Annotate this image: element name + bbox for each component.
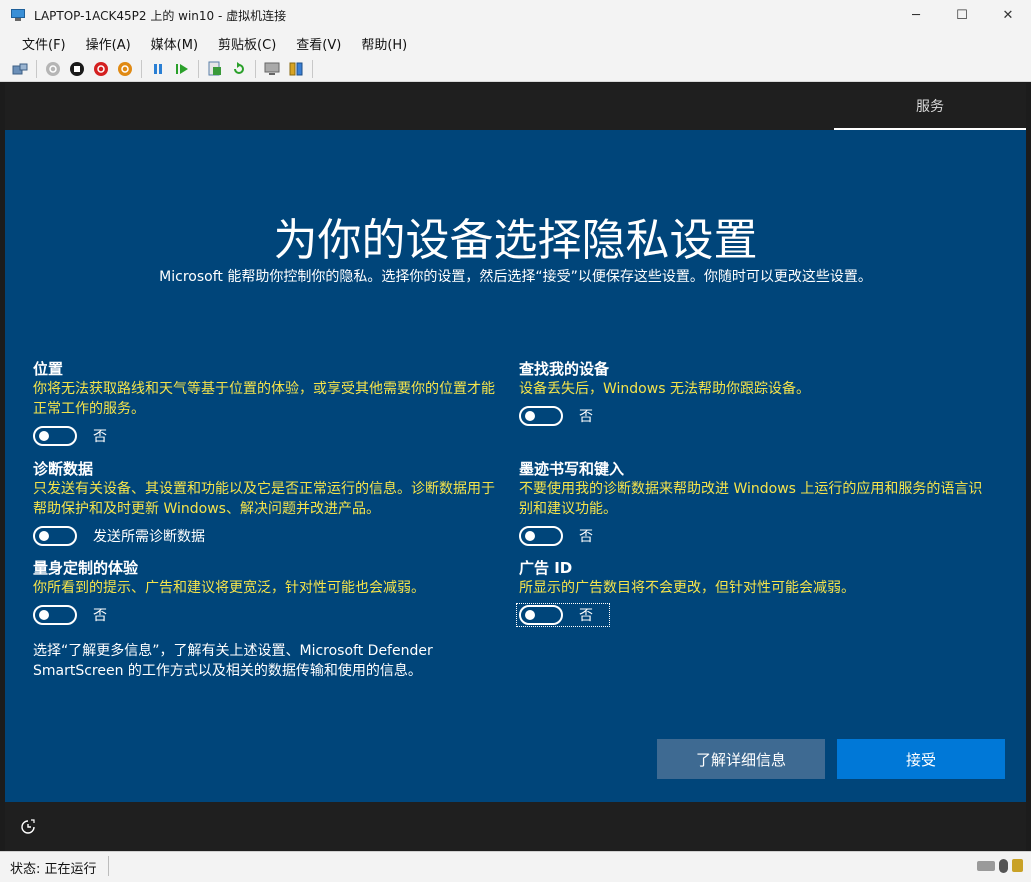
menu-bar: 文件(F) 操作(A) 媒体(M) 剪贴板(C) 查看(V) 帮助(H) bbox=[0, 30, 1031, 56]
menu-file[interactable]: 文件(F) bbox=[12, 34, 76, 53]
turn-off-icon[interactable] bbox=[69, 61, 85, 77]
inking-typing-toggle[interactable] bbox=[519, 526, 563, 546]
toolbar-separator bbox=[255, 59, 256, 78]
share-icon[interactable] bbox=[288, 61, 304, 77]
setting-description: 只发送有关设备、其设置和功能以及它是否正常运行的信息。诊断数据用于帮助保护和及时… bbox=[33, 481, 495, 517]
oobe-top-bar: 服务 bbox=[5, 83, 1026, 130]
setting-description: 你所看到的提示、广告和建议将更宽泛，针对性可能也会减弱。 bbox=[33, 580, 425, 596]
toolbar-separator bbox=[141, 59, 142, 78]
setting-description: 所显示的广告数目将不会更改，但针对性可能会减弱。 bbox=[519, 580, 855, 596]
setting-tailored-experiences: 量身定制的体验 你所看到的提示、广告和建议将更宽泛，针对性可能也会减弱。 否 bbox=[33, 558, 503, 626]
menu-help[interactable]: 帮助(H) bbox=[351, 34, 417, 53]
checkpoint-icon[interactable] bbox=[207, 61, 223, 77]
find-my-device-toggle[interactable] bbox=[519, 406, 563, 426]
advertising-id-toggle[interactable] bbox=[519, 605, 563, 625]
toggle-state-label: 否 bbox=[579, 409, 593, 425]
setting-title: 诊断数据 bbox=[33, 460, 94, 478]
toolbar-separator bbox=[36, 59, 37, 78]
focus-outline: 否 bbox=[516, 603, 610, 627]
tab-services[interactable]: 服务 bbox=[834, 83, 1026, 130]
status-bar: 状态: 正在运行 bbox=[0, 851, 1031, 882]
setting-location: 位置 你将无法获取路线和天气等基于位置的体验，或享受其他需要你的位置才能正常工作… bbox=[33, 359, 503, 447]
toggle-state-label: 否 bbox=[93, 429, 107, 445]
toolbar-separator bbox=[312, 59, 313, 78]
close-button[interactable]: ✕ bbox=[985, 0, 1031, 30]
menu-view[interactable]: 查看(V) bbox=[286, 34, 351, 53]
vm-status: 状态: 正在运行 bbox=[10, 862, 97, 877]
privacy-panel: 为你的设备选择隐私设置 Microsoft 能帮助你控制你的隐私。选择你的设置，… bbox=[5, 130, 1026, 802]
toggle-state-label: 否 bbox=[93, 608, 107, 624]
save-icon[interactable] bbox=[117, 61, 133, 77]
start-icon[interactable] bbox=[45, 61, 61, 77]
vm-screen: 服务 为你的设备选择隐私设置 Microsoft 能帮助你控制你的隐私。选择你的… bbox=[5, 83, 1026, 851]
location-toggle[interactable] bbox=[33, 426, 77, 446]
enhanced-session-icon[interactable] bbox=[264, 61, 280, 77]
menu-media[interactable]: 媒体(M) bbox=[141, 34, 208, 53]
status-separator bbox=[108, 856, 109, 876]
ctrl-alt-del-icon[interactable] bbox=[12, 61, 28, 77]
keyboard-icon bbox=[977, 861, 995, 871]
toolbar-separator bbox=[198, 59, 199, 78]
toolbar bbox=[0, 56, 1031, 82]
setting-inking-typing: 墨迹书写和键入 不要使用我的诊断数据来帮助改进 Windows 上运行的应用和服… bbox=[519, 459, 989, 547]
toggle-state-label: 发送所需诊断数据 bbox=[93, 529, 205, 545]
mouse-icon bbox=[999, 859, 1008, 873]
title-bar: LAPTOP-1ACK45P2 上的 win10 - 虚拟机连接 ─ ☐ ✕ bbox=[0, 0, 1031, 30]
oobe-bottom-bar bbox=[5, 802, 1026, 851]
tailored-experiences-toggle[interactable] bbox=[33, 605, 77, 625]
resume-icon[interactable] bbox=[174, 61, 190, 77]
menu-clipboard[interactable]: 剪贴板(C) bbox=[208, 34, 286, 53]
revert-icon[interactable] bbox=[231, 61, 247, 77]
setting-description: 设备丢失后，Windows 无法帮助你跟踪设备。 bbox=[519, 381, 810, 397]
pause-icon[interactable] bbox=[150, 61, 166, 77]
menu-action[interactable]: 操作(A) bbox=[76, 34, 141, 53]
setting-find-my-device: 查找我的设备 设备丢失后，Windows 无法帮助你跟踪设备。 否 bbox=[519, 359, 989, 427]
setting-diagnostic-data: 诊断数据 只发送有关设备、其设置和功能以及它是否正常运行的信息。诊断数据用于帮助… bbox=[33, 459, 503, 547]
toggle-state-label: 否 bbox=[579, 529, 593, 545]
setting-advertising-id: 广告 ID 所显示的广告数目将不会更改，但针对性可能会减弱。 否 bbox=[516, 558, 989, 627]
page-subtitle: Microsoft 能帮助你控制你的隐私。选择你的设置，然后选择“接受”以便保存… bbox=[159, 269, 872, 285]
setting-title: 广告 ID bbox=[519, 559, 573, 577]
page-title: 为你的设备选择隐私设置 bbox=[273, 215, 758, 266]
setting-title: 量身定制的体验 bbox=[33, 559, 139, 577]
lock-icon bbox=[1012, 859, 1023, 872]
window-title: LAPTOP-1ACK45P2 上的 win10 - 虚拟机连接 bbox=[34, 8, 287, 23]
toggle-state-label: 否 bbox=[579, 608, 593, 624]
accept-button[interactable]: 接受 bbox=[837, 739, 1005, 779]
setting-title: 位置 bbox=[33, 360, 64, 378]
minimize-button[interactable]: ─ bbox=[893, 0, 939, 30]
setting-title: 查找我的设备 bbox=[519, 360, 610, 378]
shutdown-icon[interactable] bbox=[93, 61, 109, 77]
learn-more-button[interactable]: 了解详细信息 bbox=[657, 739, 825, 779]
setting-description: 你将无法获取路线和天气等基于位置的体验，或享受其他需要你的位置才能正常工作的服务… bbox=[33, 381, 495, 417]
maximize-button[interactable]: ☐ bbox=[939, 0, 985, 30]
vm-connection-icon bbox=[10, 7, 26, 23]
setting-title: 墨迹书写和键入 bbox=[519, 460, 625, 478]
accessibility-icon[interactable] bbox=[20, 819, 36, 835]
learn-more-info-text: 选择“了解更多信息”，了解有关上述设置、Microsoft Defender S… bbox=[33, 643, 433, 679]
setting-description: 不要使用我的诊断数据来帮助改进 Windows 上运行的应用和服务的语言识别和建… bbox=[519, 481, 983, 517]
diagnostic-data-toggle[interactable] bbox=[33, 526, 77, 546]
